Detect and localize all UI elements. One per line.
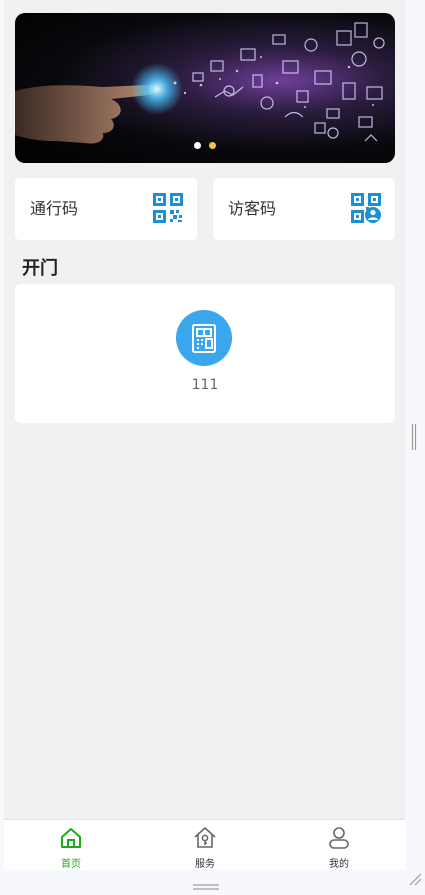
tab-mine-label: 我的	[329, 859, 349, 870]
pass-code-card[interactable]: 通行码	[15, 178, 197, 240]
drag-grip-icon[interactable]	[193, 876, 219, 890]
banner-carousel[interactable]	[15, 13, 395, 163]
tab-service[interactable]: 服务	[138, 820, 272, 870]
pass-code-label: 通行码	[30, 199, 79, 218]
tab-home-label: 首页	[61, 859, 81, 870]
user-icon	[327, 826, 351, 854]
visitor-qr-code-icon	[351, 193, 381, 227]
service-house-icon	[193, 826, 217, 854]
carousel-indicators	[15, 134, 395, 153]
door-intercom-icon[interactable]	[176, 310, 232, 366]
qr-code-icon	[153, 193, 183, 227]
bottom-tab-bar: 首页 服务 我的	[4, 819, 405, 870]
tab-home[interactable]: 首页	[4, 820, 138, 870]
door-name: 111	[191, 377, 219, 393]
scrollbar-handle[interactable]	[411, 424, 417, 450]
home-icon	[59, 826, 83, 854]
door-list-panel: 111	[15, 284, 395, 423]
carousel-dot-active[interactable]	[209, 142, 216, 149]
app-screen: 通行码 访客码 开门 111 首页 服务 我的	[4, 0, 405, 870]
tab-service-label: 服务	[195, 859, 215, 870]
visitor-code-label: 访客码	[228, 199, 277, 218]
open-door-section-title: 开门	[22, 258, 58, 279]
tab-mine[interactable]: 我的	[272, 820, 405, 870]
resize-grip-icon[interactable]	[408, 871, 422, 886]
carousel-dot[interactable]	[194, 142, 201, 149]
visitor-code-card[interactable]: 访客码	[213, 178, 395, 240]
